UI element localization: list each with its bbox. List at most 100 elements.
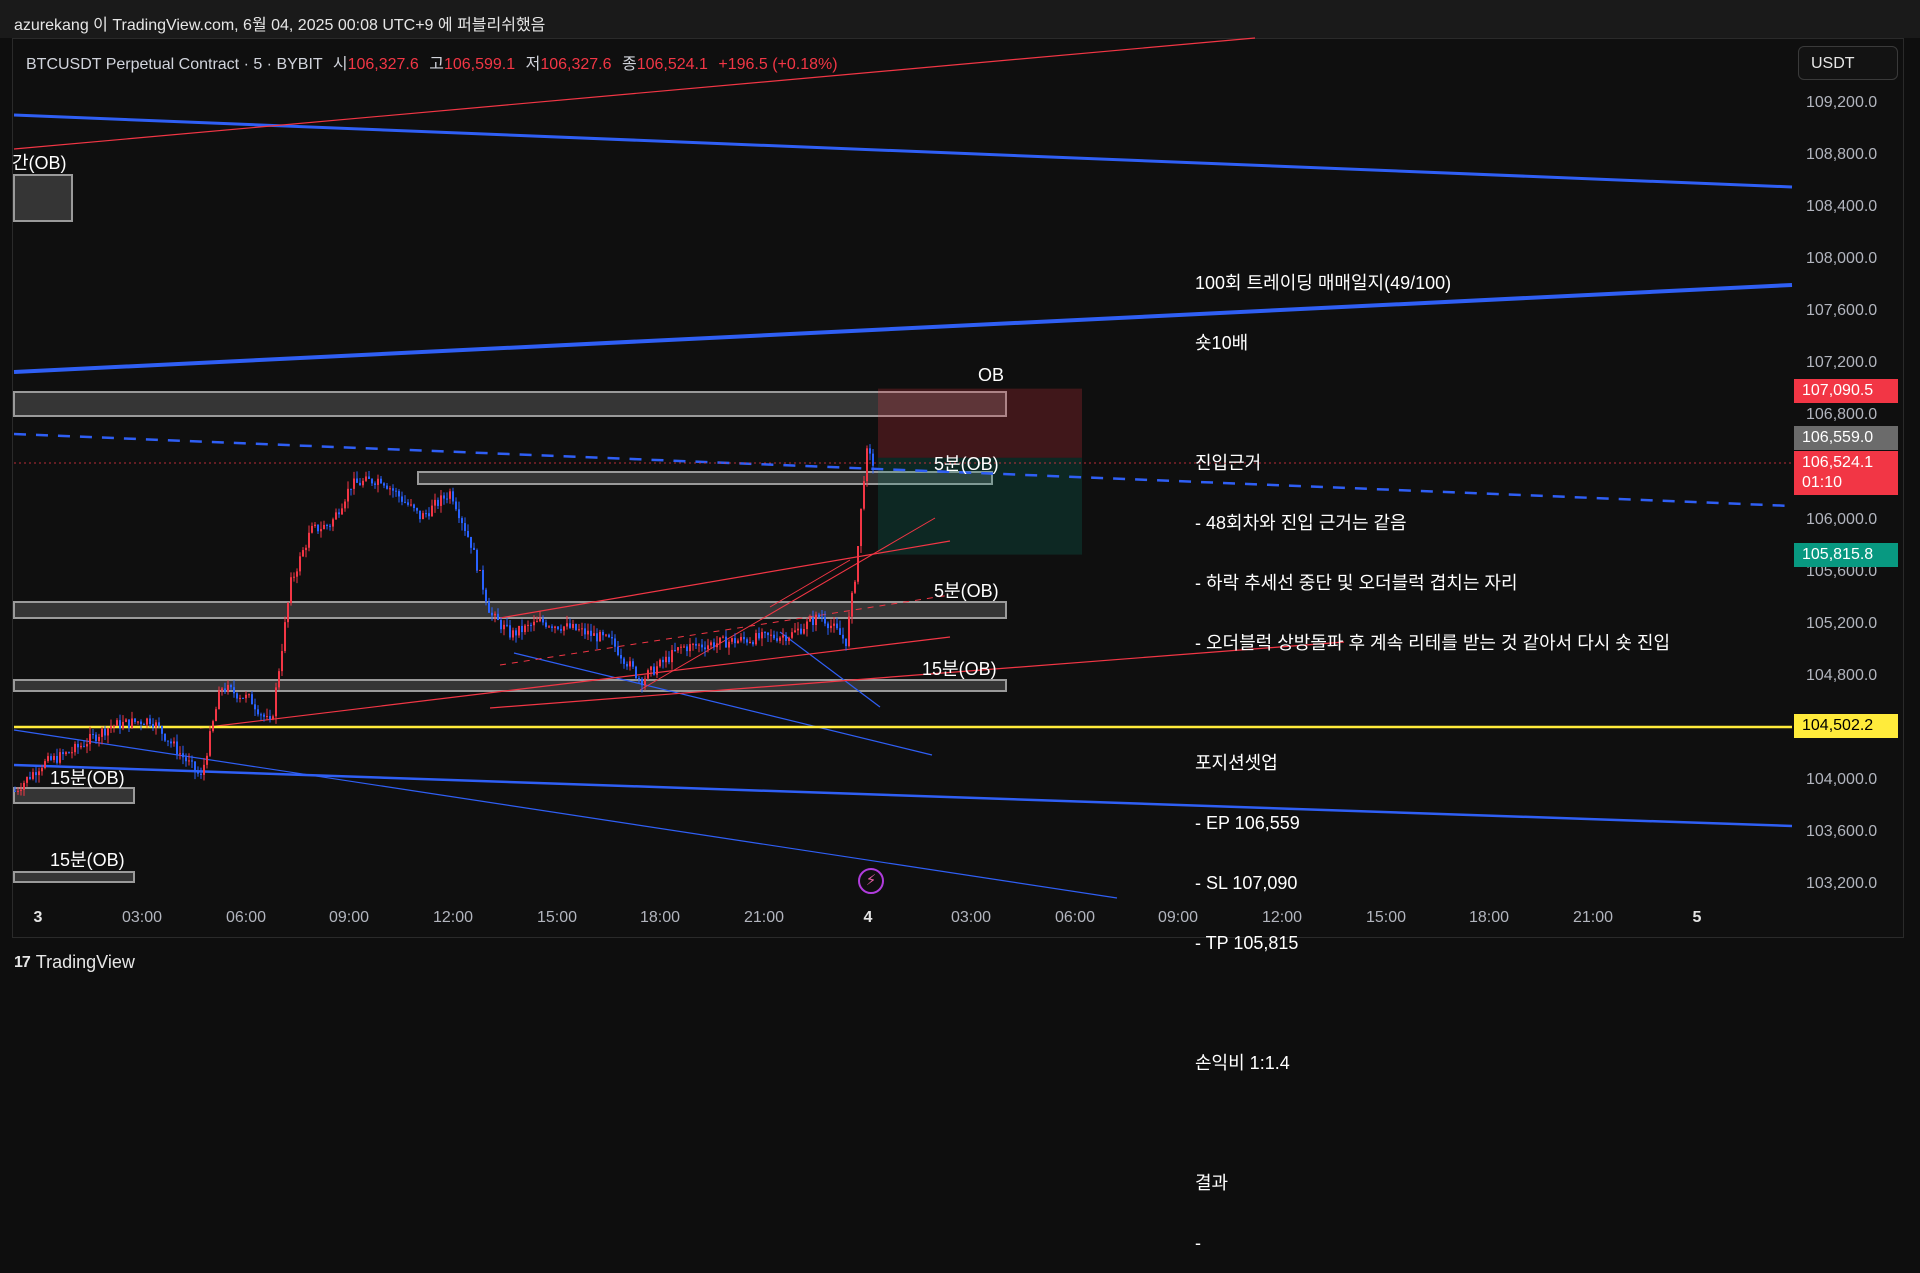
high-label: 고 [429,56,444,73]
candle-body [341,508,343,515]
candle-body [215,709,217,722]
time-axis-label: 12:00 [432,909,474,926]
candle-body [521,625,523,633]
candle-body [839,628,841,635]
ob-zone-left-15m [13,871,135,883]
candle-body [269,716,271,720]
trendline-blue-thin [13,729,1118,899]
candle-body [380,478,382,484]
candle-body [182,753,184,758]
candle-body [782,635,784,638]
note-line [1195,393,1670,413]
candle-body [596,633,598,642]
candle-body [569,623,571,628]
candle-body [236,693,238,699]
candle-body [32,772,34,779]
note-line: - EP 106,559 [1195,813,1300,833]
note-line: - SL 107,090 [1195,873,1298,893]
candle-body [257,709,259,715]
candle-body [56,755,58,763]
candle-body [497,613,499,621]
last-price-value: 106,524.1 [1802,454,1874,471]
candle-body [842,634,844,639]
candle-body [272,716,274,720]
candle-body [476,549,478,571]
candle-body [713,642,715,648]
time-axis-label: 03:00 [121,909,163,926]
candle-body [554,626,556,628]
symbol-name[interactable]: BTCUSDT Perpetual Contract · 5 · BYBIT [26,56,322,73]
time-axis-label: 15:00 [536,909,578,926]
zone-label-ob: OB [978,365,1005,385]
note-line: 숏10배 [1195,333,1249,353]
note-line: - 하락 추세선 중단 및 오더블럭 겹치는 자리 [1195,573,1518,593]
candle-body [383,483,385,486]
note-line [1195,993,1670,1013]
note-line: - 오더블럭 상방돌파 후 계속 리테를 받는 것 같아서 다시 숏 진입 [1195,633,1671,653]
time-axis-label: 09:00 [328,909,370,926]
candle-body [446,498,448,500]
candle-body [644,678,646,686]
candle-body [77,743,79,748]
time-axis-label: 3 [33,909,43,926]
candle-body [209,731,211,756]
candle-body [284,622,286,652]
candle-body [674,649,676,651]
candle-body [245,694,247,699]
candle-body [683,646,685,648]
candle-body [101,728,103,737]
candle-body [299,556,301,572]
candle-body [518,625,520,636]
candle-body [440,495,442,506]
candle-body [794,630,796,633]
candle-body [695,643,697,646]
candle-body [488,601,490,613]
candle-body [809,617,811,622]
candle-body [749,641,751,643]
candle-body [575,624,577,630]
ob-zone-left-15m [13,787,135,804]
candle-body [158,722,160,727]
candle-body [740,636,742,641]
candle-body [836,623,838,629]
candle-body [194,761,196,772]
candle-body [263,714,265,717]
candle-body [68,752,70,754]
candle-body [602,631,604,636]
candle-body [860,508,862,547]
candle-body [431,505,433,517]
candle-body [119,720,121,729]
candle-body [485,589,487,602]
candle-body [407,502,409,505]
candle-body [260,714,262,716]
trade-journal-note[interactable]: 100회 트레이딩 매매일지(49/100) 숏10배 진입근거 - 48회차와… [1195,233,1670,1273]
zone-label-left-15m-a: 15분(OB) [50,768,125,788]
trendline-red [769,559,851,608]
candle-body [137,721,139,723]
footer-brand[interactable]: 17 TradingView [14,952,135,973]
candle-body [479,569,481,571]
candle-body [590,630,592,636]
candle-body [857,546,859,582]
currency-button[interactable]: USDT [1798,46,1898,80]
candle-body [779,637,781,641]
candle-body [800,628,802,634]
candle-body [41,768,43,772]
lightning-icon[interactable]: ⚡ [858,868,884,894]
symbol-legend[interactable]: BTCUSDT Perpetual Contract · 5 · BYBIT 시… [26,50,838,74]
candle-body [455,501,457,510]
hline-price-tag: 104,502.2 [1794,714,1898,738]
note-line: 결과 [1195,1173,1229,1193]
candle-body [752,641,754,645]
candle-body [149,718,151,725]
candle-body [122,721,124,729]
candle-body [302,550,304,557]
candle-body [335,512,337,520]
candle-body [38,771,40,776]
candle-body [377,478,379,485]
note-line: 진입근거 [1195,453,1262,473]
candle-body [824,617,826,624]
candle-body [206,755,208,765]
candle-body [452,491,454,502]
candle-body [605,634,607,636]
